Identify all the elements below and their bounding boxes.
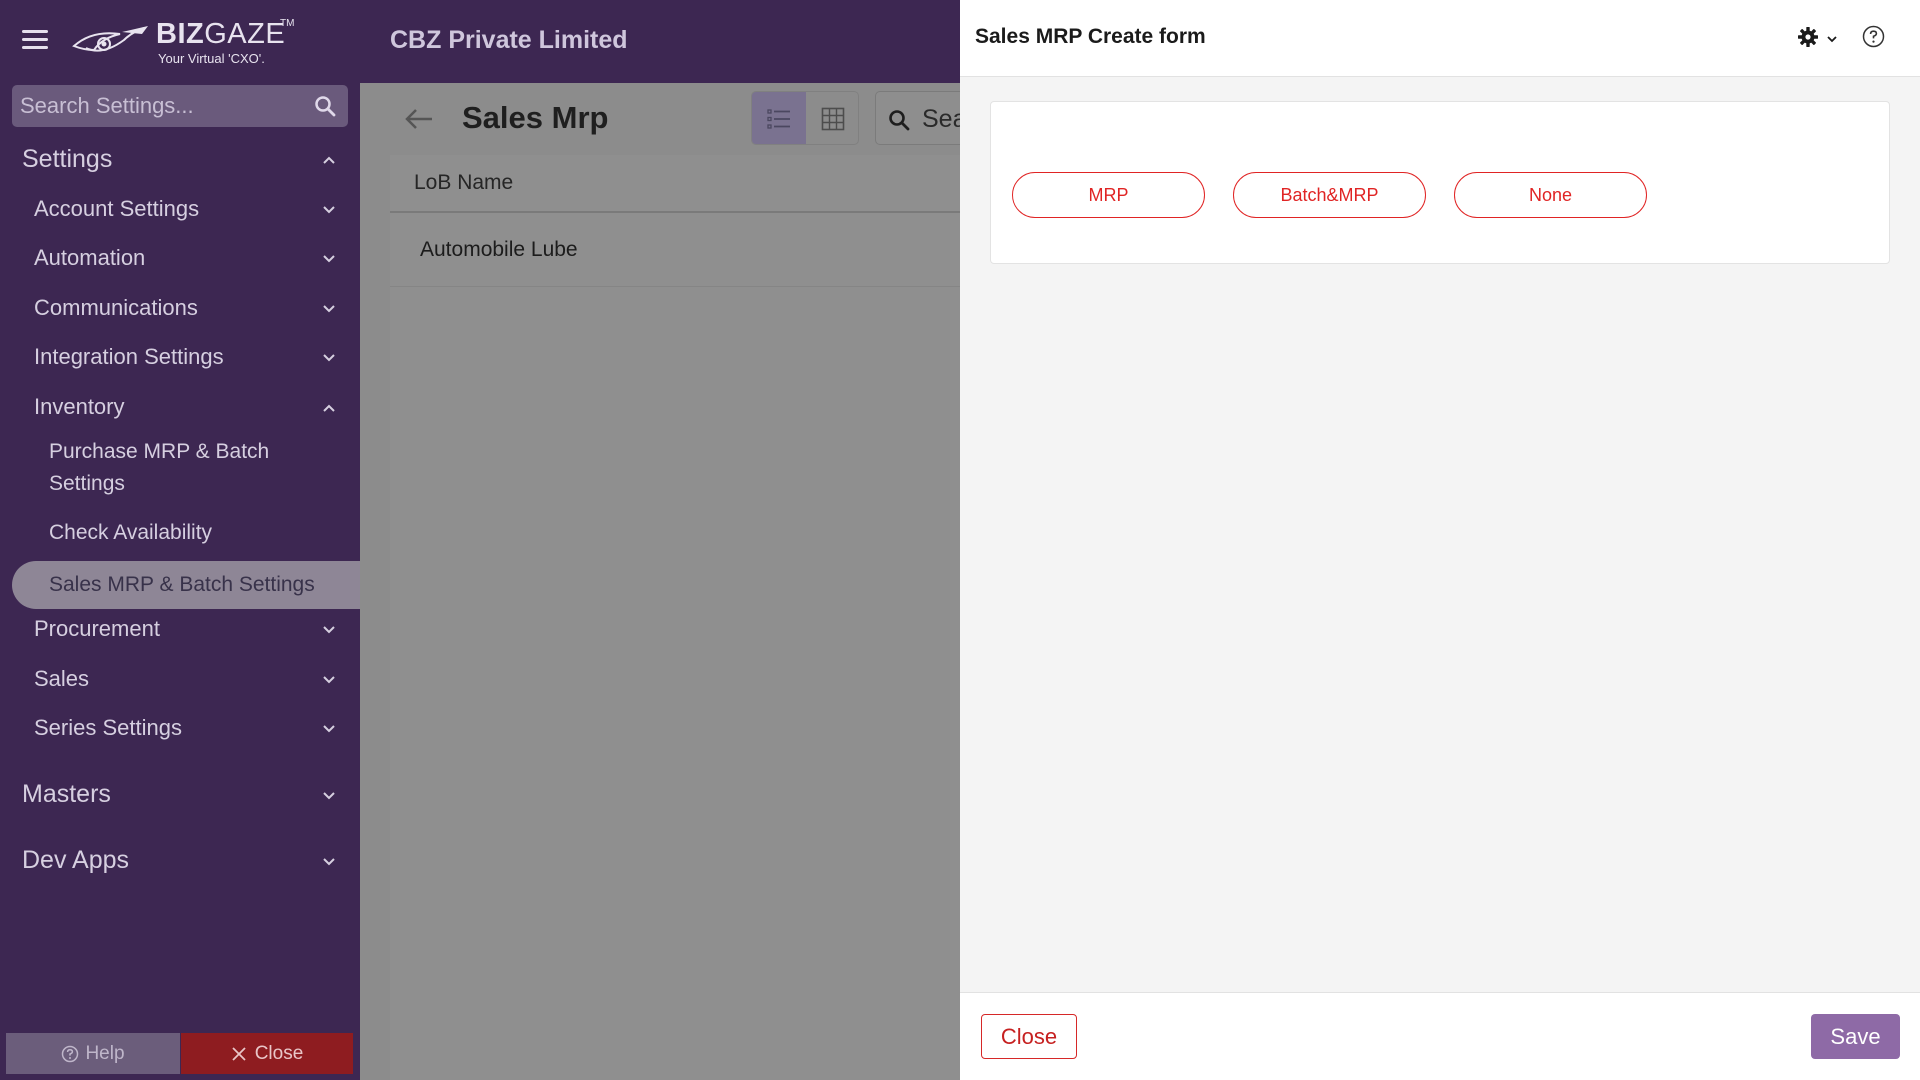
view-toggle — [751, 91, 859, 145]
nav-settings[interactable]: Settings — [0, 143, 360, 177]
search-icon[interactable] — [314, 95, 336, 117]
nav-label: Series Settings — [34, 715, 182, 740]
nav-label: Integration Settings — [34, 344, 224, 369]
chevron-down-icon — [323, 725, 335, 733]
nav-procurement[interactable]: Procurement — [0, 613, 360, 645]
search-icon — [889, 110, 910, 131]
logo-tagline: Your Virtual 'CXO'. — [158, 51, 265, 66]
nav-inventory[interactable]: Inventory — [0, 391, 360, 423]
nav-label: Automation — [34, 245, 146, 270]
nav-masters[interactable]: Masters — [0, 778, 360, 812]
close-label: Close — [254, 1042, 304, 1064]
hamburger-icon[interactable] — [22, 30, 48, 52]
chevron-down-icon — [323, 626, 335, 634]
drawer-footer: Close Save — [960, 992, 1920, 1080]
nav-purchase-mrp-batch-settings[interactable]: Purchase MRP & Batch Settings — [0, 434, 360, 498]
settings-sidebar: Settings Account Settings Automation Com… — [0, 83, 360, 1080]
nav-label-active: Sales MRP & Batch Settings — [49, 573, 315, 596]
lob-table: LoB Name Automobile Lube — [390, 155, 960, 1080]
list-view-icon — [767, 109, 790, 129]
close-button[interactable]: Close — [981, 1014, 1077, 1059]
form-card: MRP Batch&MRP None — [990, 101, 1890, 264]
chevron-down-icon — [323, 676, 335, 684]
grid-view-icon — [821, 107, 845, 131]
option-batch-mrp-button[interactable]: Batch&MRP — [1233, 172, 1426, 218]
logo-eye-icon — [72, 26, 148, 52]
save-button[interactable]: Save — [1811, 1014, 1900, 1059]
column-header-lob-name[interactable]: LoB Name — [414, 171, 513, 195]
drawer-header: Sales MRP Create form — [960, 0, 1920, 77]
nav-series-settings[interactable]: Series Settings — [0, 712, 360, 744]
nav-dev-apps[interactable]: Dev Apps — [0, 844, 360, 878]
nav-account-settings[interactable]: Account Settings — [0, 193, 360, 225]
chevron-down-icon — [323, 255, 335, 263]
sidebar-close-button[interactable]: Close — [181, 1033, 353, 1074]
grid-view-button[interactable] — [806, 92, 858, 144]
gear-icon[interactable] — [1797, 26, 1819, 48]
nav-label: Masters — [22, 780, 111, 808]
drawer-title: Sales MRP Create form — [975, 25, 1206, 48]
help-label: Help — [85, 1042, 125, 1064]
nav-label: Settings — [22, 145, 113, 173]
help-circle-icon[interactable] — [1862, 25, 1885, 48]
chevron-up-icon — [323, 156, 335, 164]
chevron-up-icon — [323, 404, 335, 412]
question-circle-icon — [62, 1045, 79, 1062]
list-view-button[interactable] — [752, 92, 806, 144]
table-header: LoB Name — [390, 155, 960, 213]
chevron-down-icon — [323, 354, 335, 362]
chevron-down-icon — [323, 792, 335, 800]
nav-label: Check Availability — [49, 521, 213, 544]
settings-search-input[interactable] — [20, 85, 310, 127]
chevron-down-icon — [323, 858, 335, 866]
logo-trademark: TM — [280, 18, 295, 29]
chevron-down-icon — [323, 305, 335, 313]
nav-integration-settings[interactable]: Integration Settings — [0, 341, 360, 373]
table-cell-lob-name: Automobile Lube — [420, 238, 578, 261]
nav-label: Account Settings — [34, 196, 200, 221]
nav-label: Communications — [34, 295, 198, 320]
nav-check-availability[interactable]: Check Availability — [0, 516, 360, 550]
back-arrow-icon[interactable] — [404, 108, 434, 130]
chevron-down-icon[interactable] — [1826, 33, 1838, 45]
sales-mrp-create-drawer: Sales MRP Create form MRP Batch&MRP None… — [960, 0, 1920, 1080]
company-name: CBZ Private Limited — [390, 26, 628, 54]
logo-brand: BIZGAZE — [156, 18, 286, 50]
nav-label: Procurement — [34, 616, 160, 641]
page-title: Sales Mrp — [462, 100, 609, 135]
nav-automation[interactable]: Automation — [0, 242, 360, 274]
table-row[interactable]: Automobile Lube — [390, 215, 960, 287]
nav-label-line2: Settings — [49, 472, 125, 495]
option-mrp-button[interactable]: MRP — [1012, 172, 1205, 218]
nav-label: Dev Apps — [22, 846, 130, 874]
chevron-down-icon — [323, 206, 335, 214]
sidebar-help-button[interactable]: Help — [6, 1033, 180, 1074]
nav-sales[interactable]: Sales — [0, 663, 360, 695]
nav-label: Sales — [34, 666, 90, 691]
nav-label: Purchase MRP & Batch — [49, 440, 270, 463]
main-content: Sales Mrp Sea LoB Name Automobile Lube — [360, 83, 975, 1080]
bizgaze-logo[interactable]: BIZGAZE TM Your Virtual 'CXO'. — [72, 16, 295, 68]
nav-communications[interactable]: Communications — [0, 292, 360, 324]
close-icon — [232, 1046, 246, 1061]
option-none-button[interactable]: None — [1454, 172, 1647, 218]
settings-search[interactable] — [12, 85, 348, 127]
nav-label: Inventory — [34, 394, 125, 419]
